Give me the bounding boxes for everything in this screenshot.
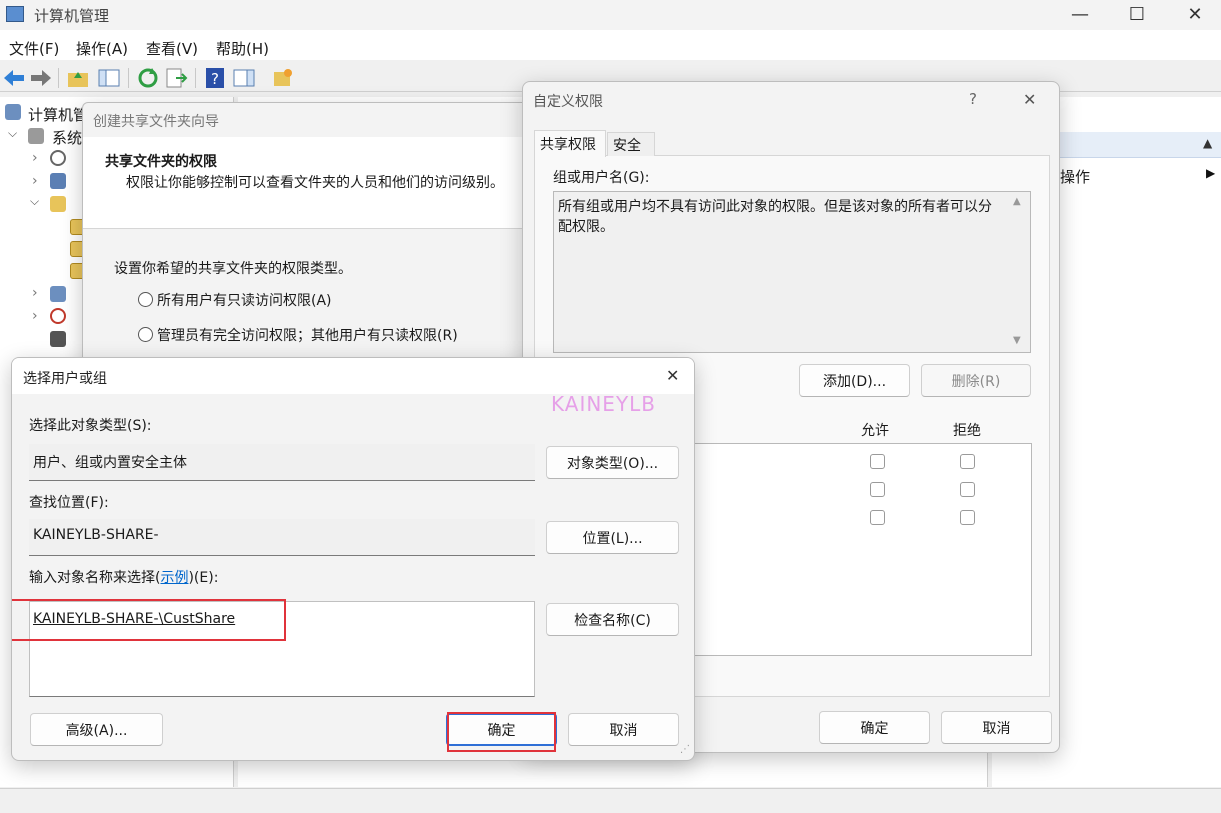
computer-management-icon [6, 6, 24, 22]
actions-label[interactable]: 操作 [1060, 166, 1090, 187]
chevron-down-icon[interactable]: ⌵ [8, 126, 17, 141]
scroll-down-icon[interactable]: ▼ [1013, 335, 1021, 346]
allow-header: 允许 [861, 423, 889, 439]
event-viewer-icon [50, 173, 66, 189]
perm-cancel-button[interactable]: 取消 [941, 711, 1052, 744]
wizard-subheading: 权限让你能够控制可以查看文件夹的人员和他们的访问级别。 [126, 175, 504, 191]
export-list-icon[interactable] [164, 66, 188, 90]
chevron-right-icon[interactable]: ▶ [1206, 166, 1215, 180]
deny-checkbox[interactable] [960, 482, 975, 497]
allow-checkbox[interactable] [870, 482, 885, 497]
group-empty-message: 所有组或用户均不具有访问此对象的权限。但是该对象的所有者可以分配权限。 [558, 199, 992, 235]
toolbar-separator [195, 68, 196, 88]
forward-arrow-icon[interactable] [29, 66, 53, 90]
share-folder-wizard: 创建共享文件夹向导 共享文件夹的权限 权限让你能够控制可以查看文件夹的人员和他们… [82, 102, 542, 392]
select-users-dialog: 选择用户或组 ✕ 选择此对象类型(S): 用户、组或内置安全主体 对象类型(O)… [11, 357, 695, 761]
tab-security-label[interactable]: 安全 [613, 135, 641, 155]
chevron-down-icon[interactable]: ⌵ [30, 194, 39, 209]
object-type-label: 选择此对象类型(S): [29, 418, 152, 434]
help-icon[interactable]: ? [203, 66, 227, 90]
group-label: 组或用户名(G): [553, 170, 650, 186]
window-title: 计算机管理 [34, 7, 110, 25]
check-names-button[interactable]: 检查名称(C) [546, 603, 679, 636]
highlight-box [12, 599, 286, 641]
radio-read-only-label[interactable]: 所有用户有只读访问权限(A) [157, 290, 332, 310]
help-icon[interactable]: ? [969, 90, 977, 108]
radio-admin-full[interactable] [138, 327, 153, 342]
menu-help[interactable]: 帮助(H) [216, 38, 269, 59]
select-close-button[interactable]: ✕ [666, 366, 679, 385]
refresh-icon[interactable] [136, 66, 160, 90]
shared-folders-icon [50, 196, 66, 212]
deny-header: 拒绝 [953, 423, 981, 439]
menu-file[interactable]: 文件(F) [9, 38, 59, 59]
show-hide-action-pane-icon[interactable] [232, 66, 256, 90]
menu-view[interactable]: 查看(V) [146, 38, 198, 59]
chevron-right-icon[interactable]: › [32, 173, 38, 189]
title-bar: 计算机管理 — ☐ ✕ [0, 0, 1221, 30]
wizard-heading: 共享文件夹的权限 [105, 154, 217, 170]
resize-grip-icon[interactable]: ⋰ [680, 744, 690, 755]
maximize-button[interactable]: ☐ [1107, 0, 1167, 30]
perm-ok-button[interactable]: 确定 [819, 711, 930, 744]
location-field: KAINEYLB-SHARE- [29, 519, 535, 556]
watermark: KAINEYLB [551, 392, 657, 416]
select-cancel-button[interactable]: 取消 [568, 713, 679, 746]
toolbar-separator [58, 68, 59, 88]
tools-icon [28, 128, 44, 144]
scroll-up-icon[interactable]: ▲ [1013, 196, 1021, 207]
computer-icon [5, 104, 21, 120]
clock-icon [50, 150, 66, 166]
chevron-right-icon[interactable]: › [32, 150, 38, 166]
status-bar [0, 788, 1221, 813]
chevron-right-icon[interactable]: › [32, 285, 38, 301]
show-hide-tree-icon[interactable] [97, 66, 121, 90]
radio-admin-full-label[interactable]: 管理员有完全访问权限；其他用户有只读权限(R) [157, 325, 458, 345]
collapse-up-icon[interactable]: ▲ [1203, 136, 1212, 150]
tree-root-label[interactable]: 计算机管 [28, 104, 88, 125]
highlight-box [447, 712, 556, 752]
wizard-prompt: 设置你希望的共享文件夹的权限类型。 [114, 261, 352, 277]
svg-text:?: ? [211, 70, 219, 88]
perm-title: 自定义权限 [533, 94, 603, 110]
close-button[interactable]: ✕ [1165, 0, 1221, 30]
allow-checkbox[interactable] [870, 510, 885, 525]
perm-close-button[interactable]: ✕ [1023, 90, 1036, 109]
select-title: 选择用户或组 [23, 371, 107, 387]
device-manager-icon [50, 331, 66, 347]
allow-checkbox[interactable] [870, 454, 885, 469]
deny-checkbox[interactable] [960, 510, 975, 525]
users-icon [50, 286, 66, 302]
menu-action[interactable]: 操作(A) [76, 38, 128, 59]
tab-share-permissions-label[interactable]: 共享权限 [540, 134, 596, 154]
chevron-right-icon[interactable]: › [32, 308, 38, 324]
enter-names-label: 输入对象名称来选择(示例)(E): [29, 570, 219, 586]
toolbar-separator [128, 68, 129, 88]
performance-icon [50, 308, 66, 324]
actions-header [1055, 132, 1221, 158]
advanced-button[interactable]: 高级(A)... [30, 713, 163, 746]
deny-checkbox[interactable] [960, 454, 975, 469]
locations-button[interactable]: 位置(L)... [546, 521, 679, 554]
tree-system-label[interactable]: 系统 [52, 127, 82, 148]
share-wizard-icon[interactable] [271, 66, 295, 90]
back-arrow-icon[interactable] [2, 66, 26, 90]
object-types-button[interactable]: 对象类型(O)... [546, 446, 679, 479]
up-folder-icon[interactable] [66, 66, 90, 90]
examples-link[interactable]: 示例 [160, 570, 188, 586]
radio-read-only[interactable] [138, 292, 153, 307]
remove-button[interactable]: 删除(R) [921, 364, 1031, 397]
minimize-button[interactable]: — [1050, 0, 1110, 30]
location-label: 查找位置(F): [29, 495, 109, 511]
object-type-field: 用户、组或内置安全主体 [29, 444, 535, 481]
select-title-bar [12, 358, 694, 394]
wizard-title: 创建共享文件夹向导 [93, 114, 219, 130]
add-button[interactable]: 添加(D)... [799, 364, 910, 397]
